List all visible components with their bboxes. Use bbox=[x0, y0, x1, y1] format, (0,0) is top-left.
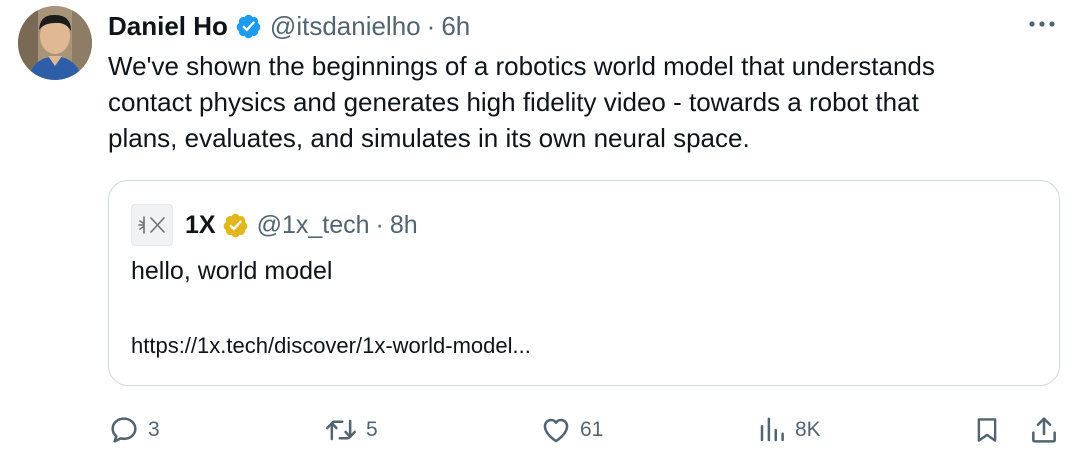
verified-gold-badge-icon bbox=[222, 212, 249, 239]
action-bar: 3 5 61 8K bbox=[0, 410, 1080, 450]
quoted-avatar bbox=[131, 204, 173, 246]
quoted-tweet-header: 1X @1x_tech · 8h bbox=[131, 204, 418, 246]
bookmark-button[interactable] bbox=[972, 410, 1002, 450]
repost-count: 5 bbox=[366, 418, 378, 441]
verified-badge-icon bbox=[235, 13, 262, 40]
1x-logo-icon bbox=[138, 216, 165, 234]
avatar[interactable] bbox=[18, 6, 92, 80]
tweet-header: Daniel Ho @itsdanielho · 6h bbox=[108, 6, 470, 46]
heart-icon bbox=[543, 418, 569, 443]
quoted-tweet-text: hello, world model bbox=[131, 257, 333, 285]
quoted-author-name[interactable]: 1X bbox=[185, 211, 216, 240]
like-count: 61 bbox=[580, 418, 604, 441]
analytics-icon bbox=[760, 417, 784, 442]
view-count: 8K bbox=[795, 418, 821, 441]
tweet-text-line: contact physics and generates high fidel… bbox=[108, 87, 919, 117]
bookmark-icon bbox=[977, 418, 997, 442]
share-icon bbox=[1032, 417, 1056, 443]
tweet-time[interactable]: 6h bbox=[441, 11, 470, 42]
avatar-image bbox=[18, 6, 92, 80]
quoted-tweet-time[interactable]: 8h bbox=[390, 211, 418, 240]
tweet-text-line: We've shown the beginnings of a robotics… bbox=[108, 51, 935, 81]
like-button[interactable]: 61 bbox=[540, 410, 603, 450]
views-button[interactable]: 8K bbox=[757, 410, 821, 450]
reply-count: 3 bbox=[148, 418, 160, 441]
share-button[interactable] bbox=[1028, 410, 1060, 450]
tweet-text: We've shown the beginnings of a robotics… bbox=[108, 48, 1058, 156]
separator-dot: · bbox=[375, 210, 384, 239]
quoted-author-handle[interactable]: @1x_tech bbox=[257, 211, 370, 240]
author-handle[interactable]: @itsdanielho bbox=[270, 11, 421, 42]
quoted-tweet-link[interactable]: https://1x.tech/discover/1x-world-model.… bbox=[131, 333, 531, 359]
author-name[interactable]: Daniel Ho bbox=[108, 11, 228, 42]
reply-icon bbox=[111, 417, 137, 443]
more-horizontal-icon bbox=[1029, 21, 1055, 27]
repost-icon bbox=[326, 419, 356, 441]
tweet-text-line: plans, evaluates, and simulates in its o… bbox=[108, 123, 750, 153]
more-button[interactable] bbox=[1026, 10, 1058, 38]
repost-button[interactable]: 5 bbox=[324, 410, 378, 450]
reply-button[interactable]: 3 bbox=[108, 410, 160, 450]
quoted-tweet-card[interactable]: 1X @1x_tech · 8h hello, world model http… bbox=[108, 180, 1060, 386]
separator-dot: · bbox=[426, 10, 436, 41]
